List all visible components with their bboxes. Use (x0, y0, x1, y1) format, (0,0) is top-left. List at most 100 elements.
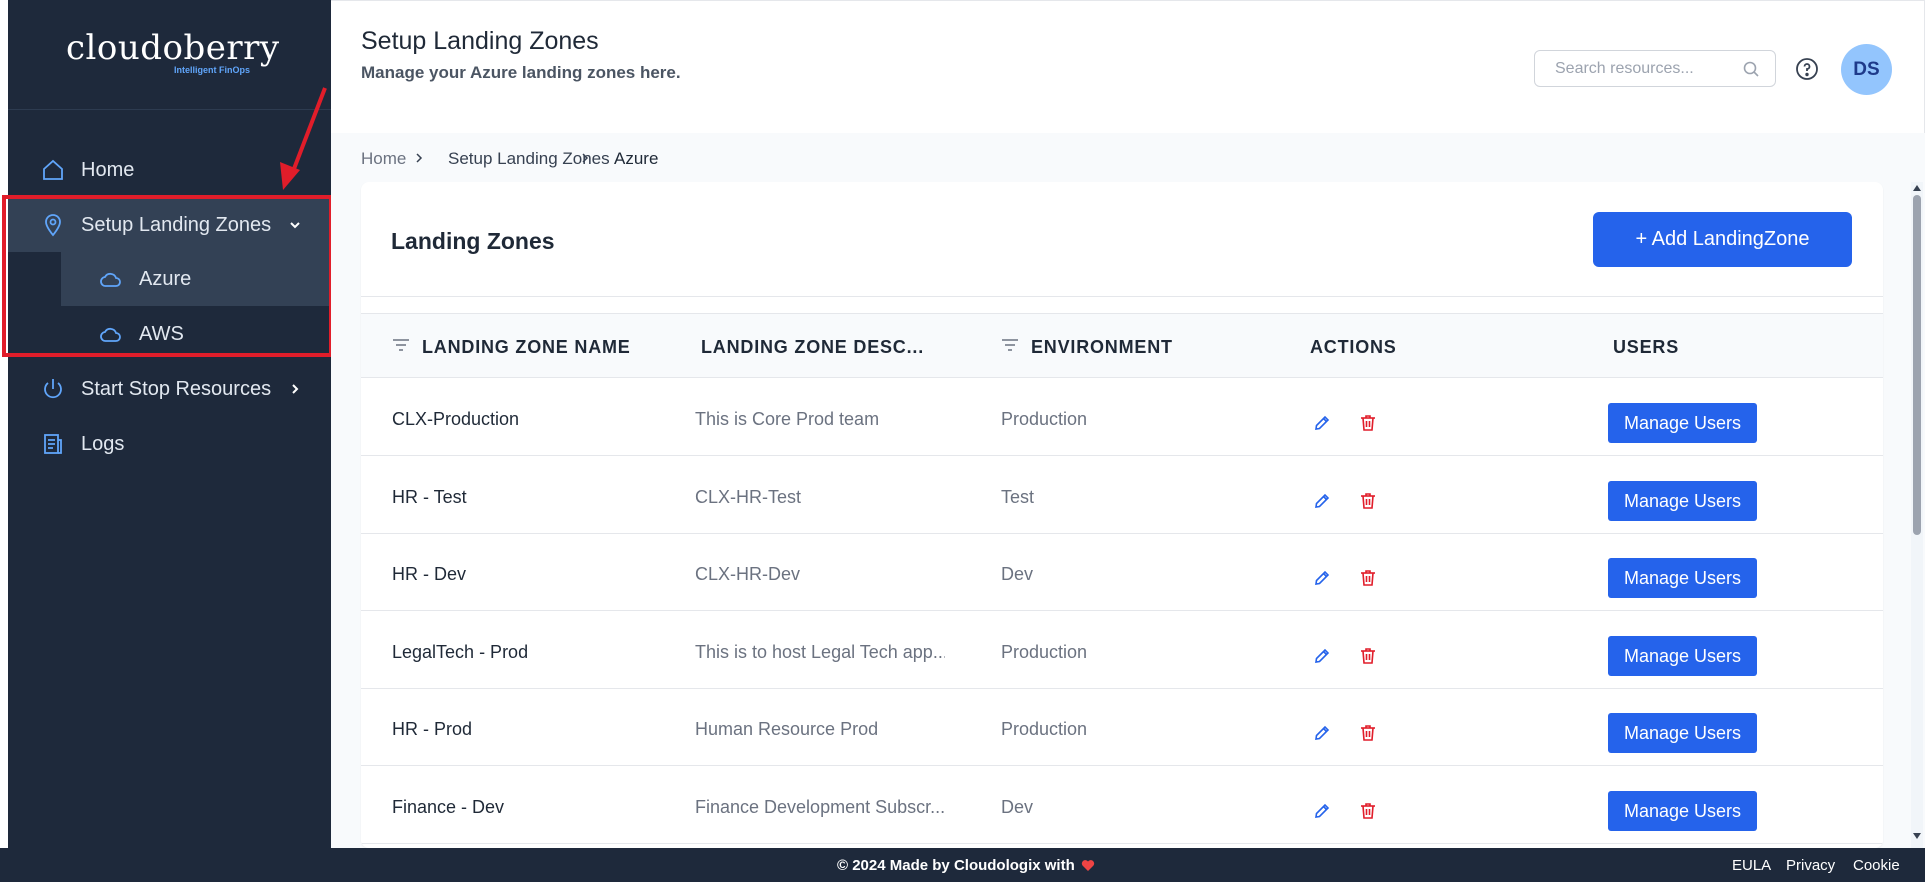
column-header-users: USERS (1613, 337, 1680, 357)
landing-zone-environment: Production (1001, 719, 1088, 739)
avatar[interactable]: DS (1841, 44, 1892, 95)
table-row: Finance - Dev Finance Development Subscr.… (361, 767, 1883, 844)
table-row: LegalTech - Prod This is to host Legal Te… (361, 612, 1883, 689)
top-header: Setup Landing Zones Manage your Azure la… (331, 0, 1925, 133)
column-header-name[interactable]: LANDING ZONE NAME (422, 337, 631, 358)
table-row: HR - Test CLX-HR-Test Test Manage Users (361, 457, 1883, 534)
sidebar: cloudoberry Intelligent FinOps Home Setu… (8, 0, 331, 848)
filter-icon[interactable] (392, 338, 410, 352)
search-box[interactable] (1534, 50, 1776, 87)
page-subtitle: Manage your Azure landing zones here. (361, 63, 681, 82)
edit-icon[interactable] (1312, 646, 1332, 666)
trash-icon[interactable] (1358, 568, 1378, 588)
landing-zone-name: CLX-Production (392, 409, 520, 429)
cloud-icon (100, 272, 121, 287)
footer-copyright: © 2024 Made by Cloudologix with (837, 857, 1095, 874)
landing-zone-name: Finance - Dev (392, 797, 505, 817)
sidebar-item-label: Start Stop Resources (81, 377, 272, 400)
logo-tagline: Intelligent FinOps (174, 65, 250, 75)
document-icon (44, 434, 62, 454)
landing-zone-name: LegalTech - Prod (392, 642, 529, 662)
landing-zone-description: Finance Development Subscr... (695, 797, 945, 817)
chevron-down-icon (290, 222, 300, 229)
chevron-right-icon (582, 153, 589, 163)
chevron-right-icon (416, 153, 423, 163)
filter-icon[interactable] (1001, 338, 1019, 352)
sidebar-item-label: Logs (81, 432, 125, 455)
manage-users-button[interactable]: Manage Users (1608, 791, 1757, 831)
heart-icon (1081, 860, 1094, 871)
breadcrumb-azure: Azure (614, 149, 659, 168)
sidebar-subitem-azure[interactable]: Azure (61, 252, 331, 306)
landing-zone-description: CLX-HR-Dev (695, 564, 801, 584)
breadcrumb: Home Setup Landing Zones Azure (331, 133, 1925, 178)
landing-zone-environment: Production (1001, 642, 1088, 662)
add-landing-zone-button[interactable]: + Add LandingZone (1593, 212, 1852, 267)
sidebar-item-label: Home (81, 158, 135, 181)
footer: © 2024 Made by Cloudologix with EULA Pri… (0, 848, 1925, 882)
chevron-right-icon (292, 384, 299, 394)
manage-users-button[interactable]: Manage Users (1608, 403, 1757, 443)
sidebar-subitem-aws[interactable]: AWS (61, 307, 331, 361)
landing-zone-environment: Test (1001, 487, 1035, 507)
manage-users-button[interactable]: Manage Users (1608, 713, 1757, 753)
sidebar-item-start-stop-resources[interactable]: Start Stop Resources (8, 362, 331, 416)
power-icon (44, 379, 62, 399)
manage-users-button[interactable]: Manage Users (1608, 558, 1757, 598)
edit-icon[interactable] (1312, 801, 1332, 821)
card-title: Landing Zones (391, 228, 555, 254)
cloud-icon (100, 327, 121, 342)
sidebar-item-label: AWS (139, 322, 184, 345)
scrollbar-thumb[interactable] (1913, 195, 1921, 535)
manage-users-button[interactable]: Manage Users (1608, 636, 1757, 676)
scroll-up-arrow-icon[interactable] (1912, 184, 1922, 192)
footer-link-privacy[interactable]: Privacy (1786, 857, 1835, 874)
table-row: CLX-Production This is Core Prod team Prod… (361, 379, 1883, 456)
column-header-environment[interactable]: ENVIRONMENT (1031, 337, 1173, 358)
sidebar-item-label: Setup Landing Zones (81, 213, 272, 236)
edit-icon[interactable] (1312, 723, 1332, 743)
search-icon[interactable] (1742, 60, 1760, 78)
help-icon[interactable] (1795, 57, 1819, 81)
sidebar-item-home[interactable]: Home (8, 143, 331, 197)
copyright-text: © 2024 Made by Cloudologix with (837, 857, 1075, 874)
sidebar-item-setup-landing-zones[interactable]: Setup Landing Zones (8, 198, 331, 252)
landing-zone-description: This is Core Prod team (695, 409, 880, 429)
table-header: LANDING ZONE NAME LANDING ZONE DESC... E… (361, 313, 1883, 378)
page-title: Setup Landing Zones (361, 27, 599, 55)
footer-link-cookie[interactable]: Cookie (1853, 857, 1900, 874)
landing-zone-name: HR - Prod (392, 719, 473, 739)
landing-zone-description: Human Resource Prod (695, 719, 879, 739)
landing-zone-description: CLX-HR-Test (695, 487, 802, 507)
manage-users-button[interactable]: Manage Users (1608, 481, 1757, 521)
table-row: HR - Dev CLX-HR-Dev Dev Manage Users (361, 534, 1883, 611)
trash-icon[interactable] (1358, 491, 1378, 511)
logo[interactable]: cloudoberry Intelligent FinOps (8, 0, 331, 110)
landing-zones-card: Landing Zones + Add LandingZone LANDING … (361, 182, 1883, 848)
table-row: HR - Prod Human Resource Prod Production Ma… (361, 689, 1883, 766)
column-header-actions: ACTIONS (1310, 337, 1397, 357)
sidebar-item-logs[interactable]: Logs (8, 417, 331, 471)
edit-icon[interactable] (1312, 491, 1332, 511)
landing-zone-name: HR - Dev (392, 564, 467, 584)
landing-zone-name: HR - Test (392, 487, 467, 507)
trash-icon[interactable] (1358, 646, 1378, 666)
search-input[interactable] (1555, 59, 1735, 78)
landing-zone-environment: Dev (1001, 564, 1034, 584)
landing-zone-environment: Dev (1001, 797, 1034, 817)
edit-icon[interactable] (1312, 413, 1332, 433)
location-pin-icon (45, 214, 61, 237)
trash-icon[interactable] (1358, 723, 1378, 743)
home-icon (43, 159, 63, 180)
trash-icon[interactable] (1358, 413, 1378, 433)
footer-link-eula[interactable]: EULA (1732, 857, 1771, 874)
scroll-down-arrow-icon[interactable] (1912, 832, 1922, 840)
logo-text: cloudoberry (66, 28, 280, 68)
divider (361, 296, 1883, 297)
landing-zone-description: This is to host Legal Tech app... (695, 642, 945, 662)
trash-icon[interactable] (1358, 801, 1378, 821)
column-header-description[interactable]: LANDING ZONE DESC... (701, 337, 924, 358)
landing-zone-environment: Production (1001, 409, 1088, 429)
breadcrumb-home[interactable]: Home (361, 149, 406, 169)
edit-icon[interactable] (1312, 568, 1332, 588)
